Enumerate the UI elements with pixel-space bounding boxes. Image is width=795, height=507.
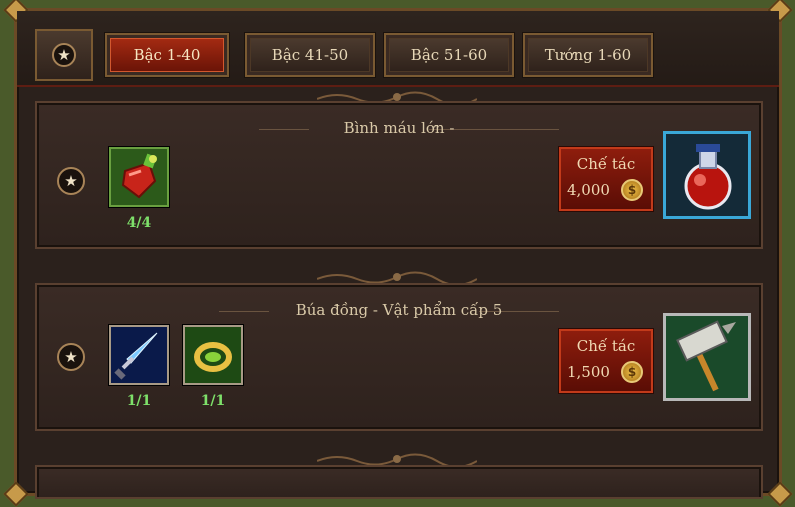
result-item-slot[interactable] (663, 313, 751, 401)
recipe-row: Bình máu lớn - ★ 4/4 Chế tác 4,000 $ (35, 101, 763, 249)
craft-button[interactable]: Chế tác 4,000 $ (558, 146, 654, 212)
ingredient-qty: 1/1 (126, 393, 152, 409)
divider-ornament (317, 271, 477, 283)
divider-ornament (317, 453, 477, 465)
gold-coin-icon: $ (621, 361, 643, 383)
divider-ornament (317, 91, 477, 103)
tab-bac-1-40[interactable]: Bậc 1-40 (104, 32, 230, 78)
war-hammer-icon (666, 316, 748, 398)
red-potion-icon (666, 134, 748, 216)
ingredient-qty: 1/1 (200, 393, 226, 409)
blue-sword-icon (111, 327, 167, 383)
recipe-title: Bình máu lớn - (343, 119, 455, 137)
ingredient-slot[interactable] (109, 147, 169, 207)
frame-corner-ornament (3, 481, 29, 507)
star-icon: ★ (52, 43, 76, 67)
tab-bar: ★ Bậc 1-40 Bậc 41-50 Bậc 51-60 Tướng 1-6… (17, 11, 779, 87)
craft-price: 1,500 (567, 363, 610, 381)
ingredient-slot[interactable] (109, 325, 169, 385)
ingredient-qty: 4/4 (126, 215, 152, 231)
craft-price: 4,000 (567, 181, 610, 199)
result-item-slot[interactable] (663, 131, 751, 219)
recipe-row: Búa đồng - Vật phẩm cấp 5 ★ 1/1 1/1 Chế … (35, 283, 763, 431)
crafting-window: ★ Bậc 1-40 Bậc 41-50 Bậc 51-60 Tướng 1-6… (3, 0, 793, 507)
recipe-title: Búa đồng - Vật phẩm cấp 5 (295, 301, 503, 319)
tab-tuong-1-60[interactable]: Tướng 1-60 (522, 32, 654, 78)
craft-label: Chế tác (576, 337, 636, 355)
tab-bac-41-50[interactable]: Bậc 41-50 (244, 32, 376, 78)
tab-label: Tướng 1-60 (544, 46, 632, 64)
tab-bac-51-60[interactable]: Bậc 51-60 (383, 32, 515, 78)
green-potion-icon (111, 149, 167, 205)
tab-label: Bậc 1-40 (133, 46, 201, 64)
recipe-row (35, 465, 763, 499)
gold-ring-icon (185, 327, 241, 383)
tab-label: Bậc 41-50 (271, 46, 349, 64)
craft-label: Chế tác (576, 155, 636, 173)
frame-corner-ornament (767, 481, 793, 507)
tab-favorites[interactable]: ★ (35, 29, 93, 81)
gold-coin-icon: $ (621, 179, 643, 201)
ingredient-slot[interactable] (183, 325, 243, 385)
favorite-star-icon[interactable]: ★ (57, 167, 85, 195)
craft-button[interactable]: Chế tác 1,500 $ (558, 328, 654, 394)
favorite-star-icon[interactable]: ★ (57, 343, 85, 371)
tab-label: Bậc 51-60 (410, 46, 488, 64)
